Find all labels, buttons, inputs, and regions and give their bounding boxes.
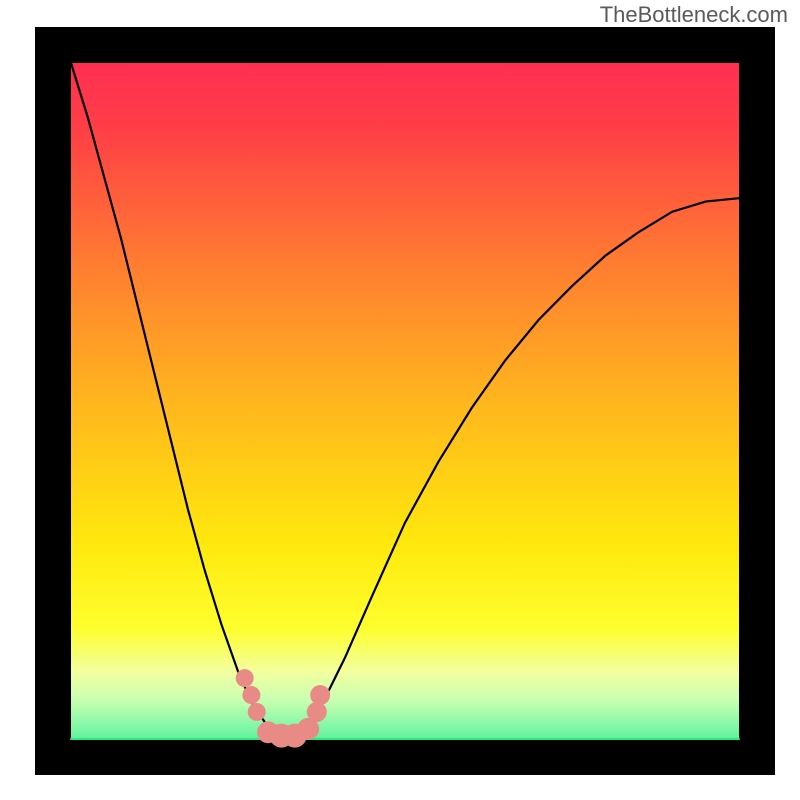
marker-dot (310, 685, 330, 705)
plot-frame (53, 45, 757, 757)
marker-dot (307, 702, 327, 722)
chart-svg (0, 0, 800, 800)
watermark-text: TheBottleneck.com (600, 2, 788, 28)
marker-dot (236, 669, 254, 687)
marker-dot (248, 703, 266, 721)
chart-container: TheBottleneck.com (0, 0, 800, 800)
marker-dot (242, 686, 260, 704)
